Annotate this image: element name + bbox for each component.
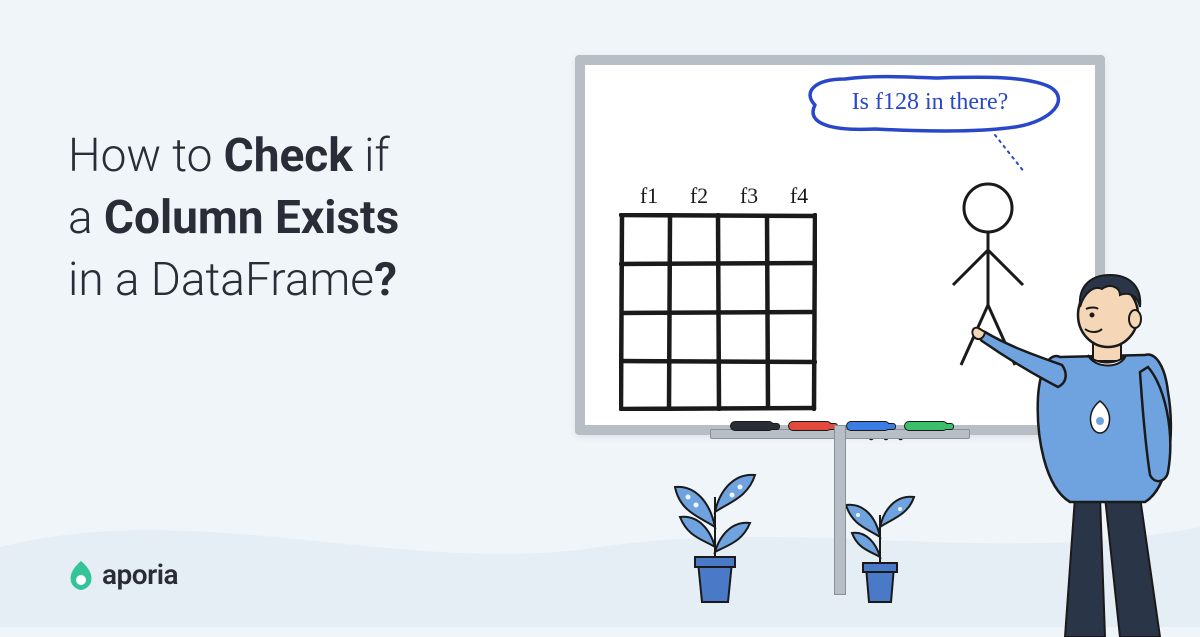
grid-table: f1 f2 f3 f4	[619, 183, 823, 411]
column-header: f4	[775, 183, 823, 209]
plant-left-icon	[660, 457, 770, 607]
column-header: f3	[725, 183, 773, 209]
column-header: f2	[675, 183, 723, 209]
title-text: a	[68, 191, 104, 245]
title-bold: ?	[374, 253, 397, 307]
title-bold: Column Exists	[104, 191, 399, 245]
column-header: f1	[625, 183, 673, 209]
brand-logo: aporia	[68, 558, 178, 591]
page-title: How to Check if a Column Exists in a Dat…	[68, 125, 399, 311]
title-text: in a DataFrame	[68, 253, 374, 307]
bubble-text: Is f128 in there?	[795, 89, 1065, 116]
marker-blue-icon	[846, 421, 890, 431]
grid-headers: f1 f2 f3 f4	[619, 183, 823, 209]
marker-red-icon	[788, 421, 832, 431]
title-text: How to	[68, 129, 224, 183]
whiteboard-stand	[834, 425, 846, 595]
title-text: if	[353, 129, 390, 183]
person-illustration-icon	[970, 237, 1200, 637]
marker-green-icon	[904, 421, 948, 431]
marker-black-icon	[730, 421, 774, 431]
aporia-logo-icon	[68, 560, 94, 590]
thought-bubble: Is f128 in there?	[795, 73, 1065, 138]
brand-name: aporia	[102, 558, 178, 591]
title-bold: Check	[224, 129, 353, 183]
